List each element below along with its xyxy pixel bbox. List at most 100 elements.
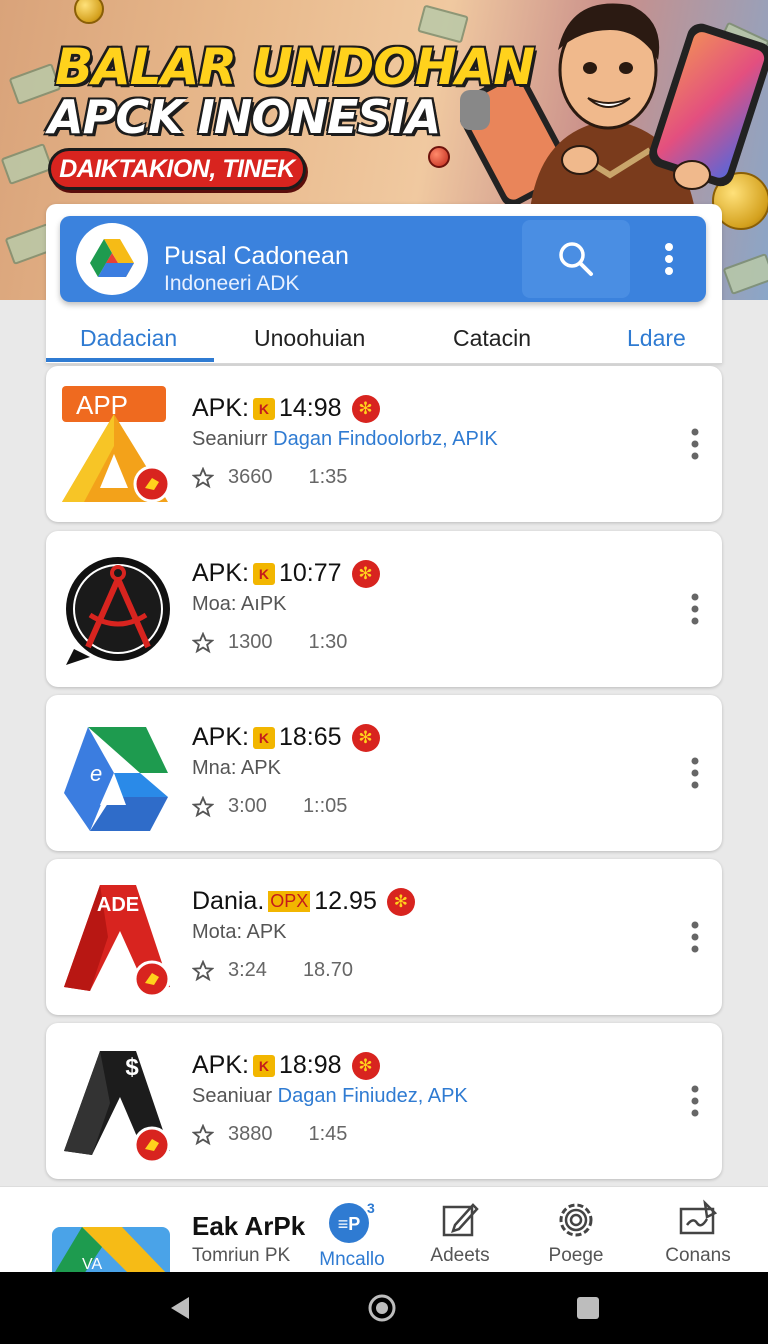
item-rating: 1300: [228, 631, 273, 653]
svg-text:ADE: ADE: [97, 894, 139, 916]
svg-text:≡P: ≡P: [338, 1214, 361, 1234]
nav-conans[interactable]: Conans: [648, 1199, 748, 1271]
nav-label: Mncallo: [319, 1249, 385, 1270]
item-title: APK: K 18:98 ✻: [192, 1051, 380, 1080]
star-icon: [192, 1123, 214, 1145]
signature-icon: [679, 1199, 718, 1235]
item-subtitle-link[interactable]: Dagan Finiudez, APK: [278, 1085, 468, 1107]
gear-badge-icon: ✻: [386, 887, 415, 916]
item-title-prefix: APK:: [192, 394, 249, 422]
download-badge-icon: ≡P 3: [329, 1200, 375, 1243]
gear-badge-icon: ✻: [351, 1051, 380, 1080]
item-subtitle-text: Seaniurr: [192, 428, 274, 450]
svg-text:3: 3: [367, 1200, 375, 1216]
item-subtitle-text: Mna: APK: [192, 757, 281, 779]
home-button[interactable]: [362, 1290, 402, 1326]
banner-title-line1: BALAR UNDOHAN: [55, 38, 535, 96]
item-more-button[interactable]: [680, 422, 710, 466]
recents-button[interactable]: [568, 1290, 608, 1326]
list-item[interactable]: APK: K 10:77 ✻ Moa: AıPK 1300 1:30: [46, 531, 722, 687]
item-more-button[interactable]: [680, 915, 710, 959]
nav-mncallo[interactable]: ≡P 3 Mncallo: [302, 1199, 402, 1271]
tab-unoohuian[interactable]: Unoohuian: [254, 314, 365, 362]
bottom-nav: VA Eak ArPk Tomriun PK ≡P 3 Mncallo Adee…: [0, 1186, 768, 1273]
svg-text:e: e: [90, 761, 102, 786]
item-title: APK: K 18:65 ✻: [192, 723, 380, 752]
list-item[interactable]: APP APK: K 14:98 ✻ Seaniurr Dagan Findoo…: [46, 366, 722, 522]
nav-poege[interactable]: Poege: [526, 1199, 626, 1271]
more-vertical-icon: [665, 243, 673, 275]
svg-text:VA: VA: [82, 1256, 102, 1273]
item-more-button[interactable]: [680, 1079, 710, 1123]
crown-badge-icon: K: [252, 397, 275, 420]
item-version: 14:98: [278, 394, 342, 422]
item-rating: 3880: [228, 1123, 273, 1145]
star-icon: [192, 795, 214, 817]
tab-ldare[interactable]: Ldare: [627, 314, 686, 362]
nav-label: Conans: [665, 1245, 731, 1266]
gear-badge-icon: ✻: [351, 723, 380, 752]
banknote-decoration: [0, 142, 54, 186]
edit-icon: [442, 1203, 479, 1237]
item-subtitle: Mna: APK: [192, 757, 281, 780]
banner-title-line2: APCK INONESIA: [48, 90, 441, 144]
item-subtitle-link[interactable]: Dagan Findoolorbz, APIK: [273, 428, 498, 450]
more-vertical-icon: [691, 1085, 699, 1117]
item-duration: 1:30: [308, 631, 348, 653]
tab-bar: Dadacian Unoohuian Catacin Ldare: [46, 314, 722, 364]
featured-app-subtitle: Tomriun PK: [192, 1245, 291, 1266]
star-icon: [192, 631, 214, 653]
item-rating: 3660: [228, 466, 273, 488]
home-icon: [368, 1294, 396, 1322]
nav-label: Adeets: [430, 1245, 490, 1266]
item-stats: 1300 1:30: [192, 631, 347, 654]
active-tab-indicator: [46, 358, 214, 362]
recents-icon: [577, 1297, 599, 1319]
coin-decoration: [74, 0, 104, 24]
item-title-prefix: Dania.: [192, 887, 265, 915]
item-title: APK: K 10:77 ✻: [192, 559, 380, 588]
item-stats: 3880 1:45: [192, 1123, 347, 1146]
item-more-button[interactable]: [680, 751, 710, 795]
item-subtitle: Seaniurr Dagan Findoolorbz, APIK: [192, 428, 498, 451]
back-icon: [171, 1297, 189, 1319]
crown-badge-icon: K: [252, 1054, 275, 1077]
app-bar-title: Pusal Cadonean: [164, 242, 349, 270]
list-item[interactable]: ADE Dania. OPX 12.95 ✻ Mota: APK 3:24 18…: [46, 859, 722, 1015]
item-title-badge: OPX: [268, 891, 311, 912]
item-title: Dania. OPX 12.95 ✻: [192, 887, 415, 916]
item-subtitle: Seaniuar Dagan Finiudez, APK: [192, 1085, 468, 1108]
more-vertical-icon: [691, 593, 699, 625]
nav-label: Poege: [548, 1245, 604, 1266]
list-item[interactable]: e APK: K 18:65 ✻ Mna: APK 3:00 1::05: [46, 695, 722, 851]
star-icon: [192, 959, 214, 981]
nav-adeets[interactable]: Adeets: [410, 1199, 510, 1271]
item-title-prefix: APK:: [192, 559, 249, 587]
back-button[interactable]: [160, 1290, 200, 1326]
crown-badge-icon: K: [252, 726, 275, 749]
svg-text:$: $: [125, 1054, 139, 1081]
tab-catacin[interactable]: Catacin: [453, 314, 531, 362]
item-version: 10:77: [278, 559, 342, 587]
overflow-menu-button[interactable]: [638, 220, 700, 298]
app-icon: APP: [62, 386, 171, 503]
item-subtitle: Mota: APK: [192, 921, 287, 944]
list-item[interactable]: $ APK: K 18:98 ✻ Seaniuar Dagan Finiudez…: [46, 1023, 722, 1179]
featured-app-name[interactable]: Eak ArPk: [192, 1211, 305, 1242]
app-icon: ADE: [64, 885, 171, 997]
settings-icon: [559, 1203, 593, 1237]
featured-app-icon[interactable]: VA: [52, 1217, 170, 1273]
item-duration: 1:35: [308, 466, 348, 488]
item-duration: 1::05: [302, 795, 348, 817]
item-more-button[interactable]: [680, 587, 710, 631]
more-vertical-icon: [691, 428, 699, 460]
item-stats: 3:00 1::05: [192, 795, 347, 818]
item-title-prefix: APK:: [192, 723, 249, 751]
banner-cta-pill[interactable]: DAIKTAKION, TINEK: [48, 148, 306, 190]
gear-badge-icon: ✻: [351, 559, 380, 588]
search-button[interactable]: [522, 220, 630, 298]
tab-dadacian[interactable]: Dadacian: [80, 314, 177, 362]
mascot-illustration: [460, 3, 768, 210]
more-vertical-icon: [691, 921, 699, 953]
item-subtitle: Moa: AıPK: [192, 593, 287, 616]
